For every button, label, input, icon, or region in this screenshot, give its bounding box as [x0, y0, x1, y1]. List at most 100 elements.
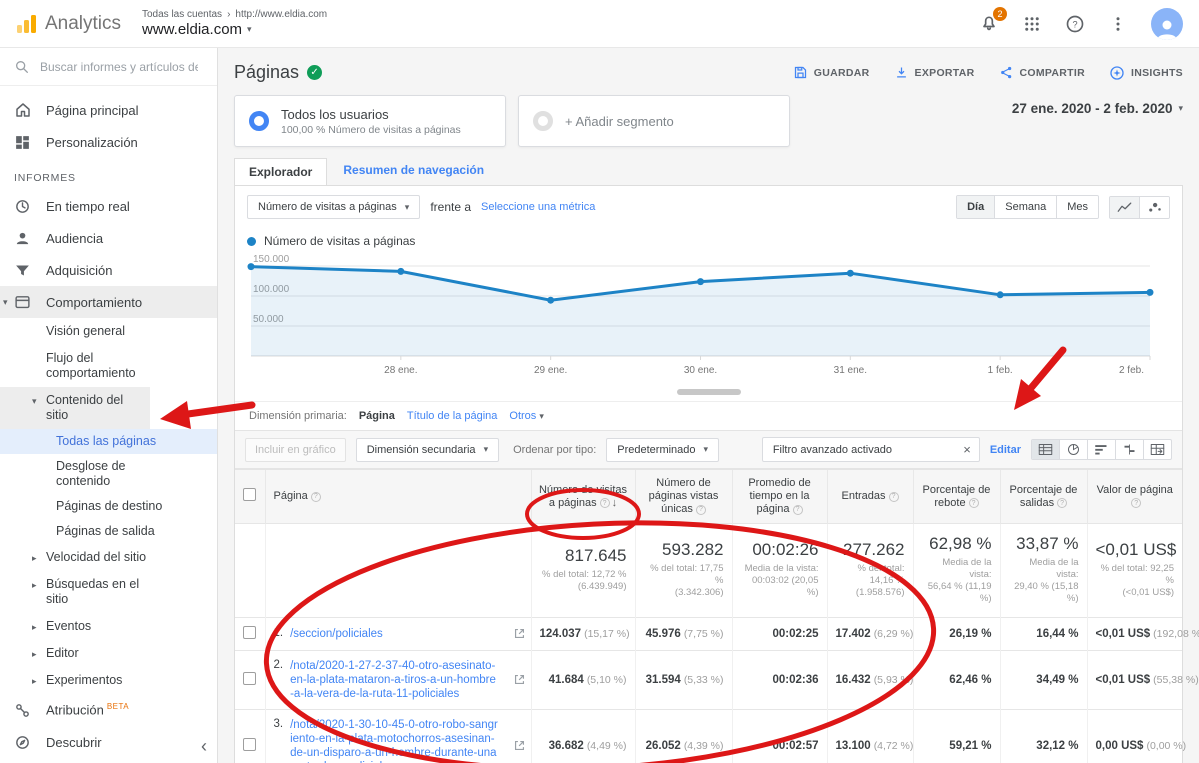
property-selector[interactable]: www.eldia.com ▾	[142, 21, 327, 38]
advanced-filter-chip[interactable]: Filtro avanzado activado ×	[762, 437, 980, 462]
summary-avg-time: 00:02:26 Media de la vista:00:03:02 (20,…	[732, 524, 827, 618]
header-bounce-rate[interactable]: Porcentaje de rebote?	[913, 470, 1000, 524]
bounce-rate-cell: 26,19 %	[913, 618, 1000, 651]
dimension-other[interactable]: Otros ▾	[509, 410, 544, 422]
line-chart-button[interactable]	[1110, 197, 1139, 218]
analytics-logo[interactable]: Analytics	[0, 12, 126, 36]
save-button[interactable]: GUARDAR	[793, 65, 870, 80]
svg-text:150.000: 150.000	[253, 254, 290, 265]
select-all-checkbox[interactable]	[243, 488, 256, 501]
pages-table: Página? Número de visitas a páginas?↓ Nú…	[235, 469, 1182, 763]
segment-all-users[interactable]: Todos los usuarios 100,00 % Número de vi…	[234, 95, 506, 147]
sidebar-item-behavior-overview[interactable]: Visión general	[0, 318, 217, 345]
comparison-view-button[interactable]	[1115, 440, 1143, 459]
page-link[interactable]: /seccion/policiales	[290, 627, 383, 641]
chart-area: 50.000100.000150.00028 ene.29 ene.30 ene…	[235, 250, 1182, 395]
sidebar-item-content-drilldown[interactable]: Desglose de contenido	[0, 454, 170, 494]
motion-chart-button[interactable]	[1139, 197, 1169, 218]
sidebar-item-discover[interactable]: Descubrir	[0, 726, 217, 758]
search-input[interactable]	[40, 60, 198, 74]
tabs-row: Explorador Resumen de navegación	[218, 157, 1199, 185]
sidebar-item-behavior-flow[interactable]: Flujo del comportamiento	[0, 345, 150, 387]
avatar[interactable]	[1151, 8, 1183, 40]
behavior-icon	[14, 294, 32, 311]
table-view-button[interactable]	[1032, 440, 1059, 459]
unique-pageviews-cell: 31.594(5,33 %)	[635, 651, 732, 710]
sidebar-item-admin[interactable]: Administrar	[0, 758, 217, 763]
pageviews-line-chart[interactable]: 50.000100.000150.00028 ene.29 ene.30 ene…	[245, 252, 1158, 382]
edit-filter-link[interactable]: Editar	[990, 444, 1021, 456]
row-checkbox[interactable]	[243, 626, 256, 639]
page-link[interactable]: /nota/2020-1-30-10-45-0-otro-robo-sangri…	[290, 718, 498, 763]
sidebar-item-personalization[interactable]: Personalización	[0, 126, 217, 158]
pivot-view-button[interactable]	[1143, 440, 1171, 459]
help-icon: ?	[311, 492, 321, 502]
collapse-sidebar-button[interactable]: ‹	[201, 736, 207, 757]
external-link-icon[interactable]	[514, 628, 525, 639]
report-actions: GUARDAR EXPORTAR COMPARTIR INSIGHTS	[793, 65, 1183, 81]
breadcrumb-root[interactable]: Todas las cuentas	[142, 9, 222, 20]
sort-type-dropdown[interactable]: Predeterminado ▾	[606, 438, 719, 462]
tab-explorer[interactable]: Explorador	[234, 158, 327, 186]
external-link-icon[interactable]	[514, 674, 525, 685]
chevron-down-icon: ▾	[484, 444, 489, 455]
header-page-value[interactable]: Valor de página?	[1087, 470, 1182, 524]
granularity-month-button[interactable]: Mes	[1056, 196, 1098, 218]
sidebar-item-exit-pages[interactable]: Páginas de salida	[0, 519, 217, 544]
tab-navigation-summary[interactable]: Resumen de navegación	[343, 163, 484, 177]
sidebar-item-site-speed[interactable]: ▸ Velocidad del sitio	[0, 544, 217, 571]
add-segment-button[interactable]: + Añadir segmento	[518, 95, 790, 147]
header-entrances[interactable]: Entradas?	[827, 470, 913, 524]
breadcrumb-path[interactable]: http://www.eldia.com	[235, 9, 327, 20]
page-link[interactable]: /nota/2020-1-27-2-37-40-otro-asesinato-e…	[290, 659, 498, 701]
dimension-page-title[interactable]: Título de la página	[407, 410, 498, 422]
segment-detail: 100,00 % Número de visitas a páginas	[281, 124, 461, 136]
plot-rows-button[interactable]: Incluir en gráfico	[245, 438, 346, 462]
sidebar-item-site-content[interactable]: ▾ Contenido del sitio	[0, 387, 150, 429]
apps-grid-button[interactable]	[1023, 15, 1041, 33]
granularity-week-button[interactable]: Semana	[994, 196, 1056, 218]
row-index: 1.	[274, 627, 284, 639]
sidebar-item-landing-pages[interactable]: Páginas de destino	[0, 494, 217, 519]
sidebar-item-experiments[interactable]: ▸ Experimentos	[0, 667, 217, 694]
svg-text:31 ene.: 31 ene.	[834, 365, 867, 376]
insights-button[interactable]: INSIGHTS	[1109, 65, 1183, 81]
external-link-icon[interactable]	[514, 740, 525, 751]
close-icon[interactable]: ×	[963, 442, 971, 457]
header-page[interactable]: Página?	[265, 470, 531, 524]
sidebar-item-publisher[interactable]: ▸ Editor	[0, 640, 217, 667]
row-checkbox[interactable]	[243, 672, 256, 685]
share-button[interactable]: COMPARTIR	[999, 65, 1086, 80]
sidebar-item-acquisition[interactable]: Adquisición	[0, 254, 217, 286]
sidebar-item-home[interactable]: Página principal	[0, 94, 217, 126]
sidebar-item-behavior[interactable]: ▾ Comportamiento	[0, 286, 217, 318]
segment-name: Todos los usuarios	[281, 107, 461, 122]
granularity-day-button[interactable]: Día	[957, 196, 994, 218]
secondary-dimension-dropdown[interactable]: Dimensión secundaria ▾	[356, 438, 499, 462]
performance-view-button[interactable]	[1087, 440, 1115, 459]
date-range-selector[interactable]: 27 ene. 2020 - 2 feb. 2020 ▾	[1012, 95, 1183, 116]
chart-scrollbar[interactable]	[677, 389, 741, 395]
header-unique-pageviews[interactable]: Número de páginas vistas únicas?	[635, 470, 732, 524]
sidebar-item-realtime[interactable]: En tiempo real	[0, 190, 217, 222]
row-checkbox[interactable]	[243, 738, 256, 751]
notifications-button[interactable]: 2	[979, 14, 999, 34]
export-button[interactable]: EXPORTAR	[894, 65, 975, 80]
sidebar-item-all-pages[interactable]: Todas las páginas	[0, 429, 217, 454]
percentage-view-button[interactable]	[1059, 440, 1087, 459]
sidebar-search[interactable]	[0, 48, 217, 86]
more-options-button[interactable]	[1109, 15, 1127, 33]
sidebar-item-events[interactable]: ▸ Eventos	[0, 613, 217, 640]
help-icon: ?	[1065, 14, 1085, 34]
title-row: Páginas ✓ GUARDAR EXPORTAR COMPARTIR INS…	[218, 48, 1199, 89]
header-avg-time[interactable]: Promedio de tiempo en la página?	[732, 470, 827, 524]
select-metric-link[interactable]: Seleccione una métrica	[481, 201, 595, 213]
header-exit-rate[interactable]: Porcentaje de salidas?	[1000, 470, 1087, 524]
sidebar-item-attribution[interactable]: AtribuciónBETA	[0, 694, 217, 726]
sidebar-item-site-search[interactable]: ▸ Búsquedas en el sitio	[0, 571, 160, 613]
help-button[interactable]: ?	[1065, 14, 1085, 34]
metric-selector-dropdown[interactable]: Número de visitas a páginas ▾	[247, 195, 420, 219]
header-pageviews[interactable]: Número de visitas a páginas?↓	[531, 470, 635, 524]
dimension-page[interactable]: Página	[359, 410, 395, 422]
sidebar-item-audience[interactable]: Audiencia	[0, 222, 217, 254]
